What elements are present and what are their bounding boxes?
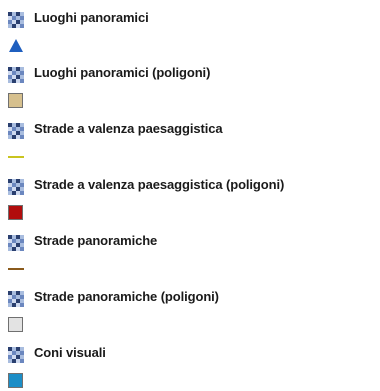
layer-grid-icon bbox=[8, 12, 24, 28]
polygon-fill-symbol bbox=[8, 205, 23, 220]
legend-layer-label: Strade panoramiche bbox=[34, 233, 158, 248]
layer-grid-icon bbox=[8, 235, 24, 251]
layer-grid-icon bbox=[8, 291, 24, 307]
legend-layer-item[interactable]: Strade panoramiche (poligoni) bbox=[0, 279, 380, 335]
legend-layer-item[interactable]: Luoghi panoramici (poligoni) bbox=[0, 55, 380, 111]
legend-layer-item[interactable]: Strade panoramiche bbox=[0, 223, 380, 279]
layer-grid-icon bbox=[8, 347, 24, 363]
layer-grid-icon bbox=[8, 123, 24, 139]
map-legend: Luoghi panoramici Luoghi panoramici (poli… bbox=[0, 0, 380, 391]
legend-layer-label: Luoghi panoramici bbox=[34, 10, 149, 25]
polygon-fill-symbol bbox=[8, 317, 23, 332]
legend-layer-item[interactable]: Strade a valenza paesaggistica (poligoni… bbox=[0, 167, 380, 223]
legend-layer-label: Strade a valenza paesaggistica bbox=[34, 121, 223, 136]
layer-grid-icon bbox=[8, 179, 24, 195]
legend-layer-label: Coni visuali bbox=[34, 345, 106, 360]
triangle-point-symbol bbox=[9, 39, 23, 52]
legend-layer-label: Strade a valenza paesaggistica (poligoni… bbox=[34, 177, 285, 192]
legend-layer-item[interactable]: Coni visuali bbox=[0, 335, 380, 391]
line-symbol bbox=[8, 268, 24, 270]
polygon-fill-symbol bbox=[8, 373, 23, 388]
legend-layer-item[interactable]: Strade a valenza paesaggistica bbox=[0, 111, 380, 167]
legend-layer-label: Strade panoramiche (poligoni) bbox=[34, 289, 219, 304]
layer-grid-icon bbox=[8, 67, 24, 83]
legend-layer-item[interactable]: Luoghi panoramici bbox=[0, 0, 380, 56]
line-symbol bbox=[8, 156, 24, 158]
legend-layer-label: Luoghi panoramici (poligoni) bbox=[34, 65, 211, 80]
polygon-fill-symbol bbox=[8, 93, 23, 108]
